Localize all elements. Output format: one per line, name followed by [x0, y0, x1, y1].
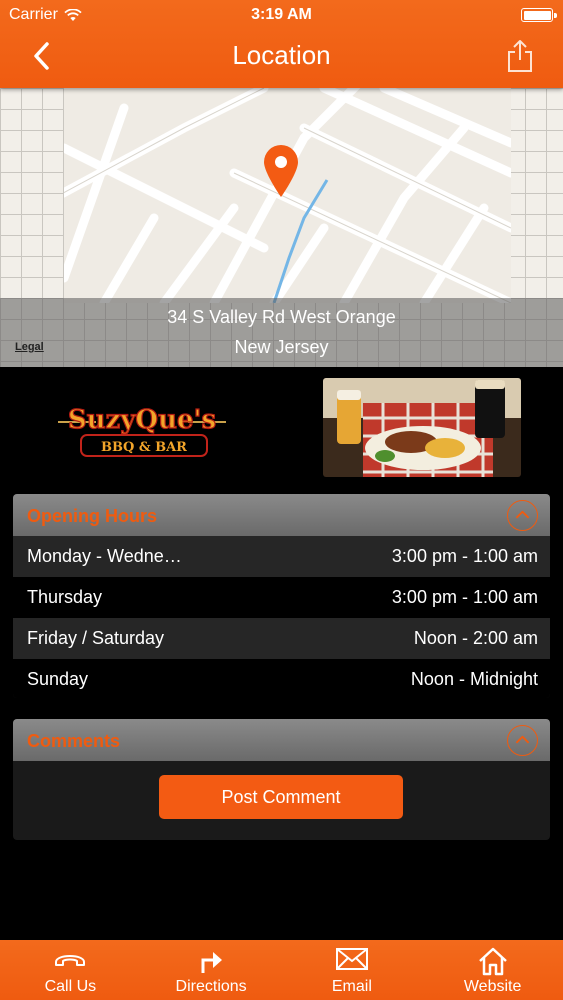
tab-label: Directions — [175, 978, 247, 995]
svg-text:SuzyQue's: SuzyQue's — [68, 405, 216, 435]
tab-directions[interactable]: Directions — [141, 940, 282, 1000]
chevron-up-icon[interactable] — [507, 500, 538, 531]
top-bar: Carrier 3:19 AM Location — [0, 0, 563, 88]
clock: 3:19 AM — [251, 6, 312, 23]
opening-hours-header[interactable]: Opening Hours — [13, 494, 550, 536]
hours-time: Noon - Midnight — [410, 669, 538, 689]
envelope-icon — [335, 948, 368, 970]
home-icon — [478, 947, 507, 976]
comments-header[interactable]: Comments — [13, 719, 550, 761]
share-icon[interactable] — [505, 38, 535, 74]
nav-bar: Location — [0, 30, 563, 88]
chevron-up-icon[interactable] — [507, 725, 538, 756]
hours-day: Friday / Saturday — [27, 628, 165, 648]
hours-row: Monday - Wedne… 3:00 pm - 1:00 am — [13, 536, 550, 577]
post-comment-button[interactable]: Post Comment — [159, 775, 403, 819]
hours-time: 3:00 pm - 1:00 am — [391, 587, 538, 607]
status-bar: Carrier 3:19 AM — [0, 0, 563, 30]
food-photo — [323, 378, 521, 477]
opening-hours-panel: Opening Hours Monday - Wedne… 3:00 pm - … — [13, 494, 550, 698]
address-line2: New Jersey — [234, 337, 329, 357]
comments-title: Comments — [27, 731, 121, 751]
tab-bar: Call Us Directions Email Website — [0, 940, 563, 1000]
brand-row: SuzyQue's BBQ & BAR — [0, 367, 563, 487]
phone-icon — [55, 955, 86, 966]
hours-day: Sunday — [27, 669, 89, 689]
page-title: Location — [232, 40, 331, 70]
hours-row: Sunday Noon - Midnight — [13, 659, 550, 698]
hours-time: 3:00 pm - 1:00 am — [391, 546, 538, 566]
directions-arrow-icon — [201, 952, 223, 973]
hours-day: Thursday — [27, 587, 103, 607]
battery-icon — [521, 8, 557, 22]
tab-website[interactable]: Website — [422, 940, 563, 1000]
restaurant-logo: SuzyQue's BBQ & BAR — [58, 404, 226, 457]
tab-email[interactable]: Email — [282, 940, 423, 1000]
map-view[interactable]: 34 S Valley Rd West Orange New Jersey Le… — [0, 88, 563, 367]
tab-label: Email — [331, 978, 372, 995]
hours-day: Monday - Wedne… — [27, 546, 182, 566]
tab-label: Call Us — [44, 978, 97, 995]
hours-time: Noon - 2:00 am — [413, 628, 538, 648]
opening-hours-title: Opening Hours — [27, 506, 157, 526]
hours-row: Thursday 3:00 pm - 1:00 am — [13, 577, 550, 618]
tab-label: Website — [463, 978, 522, 995]
map-pin-icon[interactable] — [262, 143, 300, 199]
hours-row: Friday / Saturday Noon - 2:00 am — [13, 618, 550, 659]
tab-call-us[interactable]: Call Us — [0, 940, 141, 1000]
svg-text:BBQ & BAR: BBQ & BAR — [101, 440, 187, 455]
comments-panel: Comments Post Comment — [13, 719, 550, 840]
address-line1: 34 S Valley Rd West Orange — [167, 307, 396, 327]
screen: Carrier 3:19 AM Location 34 S Valley Rd … — [0, 0, 563, 1000]
legal-link[interactable]: Legal — [15, 341, 44, 353]
